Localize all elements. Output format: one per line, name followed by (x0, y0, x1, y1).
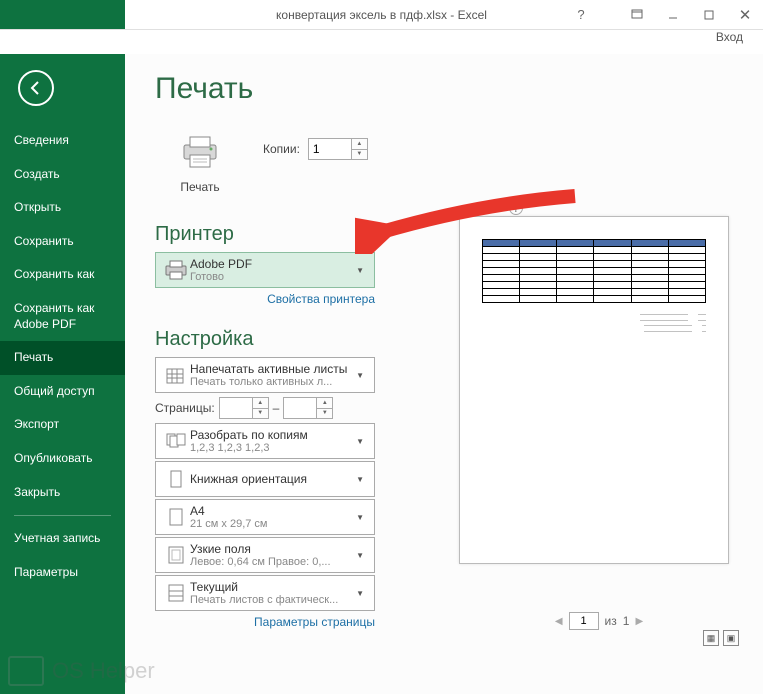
chevron-down-icon: ▼ (352, 551, 368, 560)
printer-name: Adobe PDF (190, 257, 352, 271)
pages-from-spinner[interactable]: ▲▼ (219, 397, 269, 419)
page-title: Печать (155, 72, 763, 106)
scaling-dropdown[interactable]: ТекущийПечать листов с фактическ... ▼ (155, 575, 375, 611)
sidebar-item[interactable]: Учетная запись (0, 522, 125, 556)
ribbon-options-button[interactable] (619, 0, 655, 29)
sidebar-item[interactable]: Сохранить как (0, 258, 125, 292)
sheets-icon (162, 365, 190, 385)
printer-properties-link[interactable]: Свойства принтера (155, 292, 375, 306)
scale-icon (162, 583, 190, 603)
help-button[interactable]: ? (563, 0, 599, 29)
info-icon[interactable]: i (509, 201, 523, 215)
pages-label: Страницы: (155, 401, 215, 415)
spinner-up-icon[interactable]: ▲ (352, 139, 367, 150)
copies-label: Копии: (263, 142, 300, 156)
page-icon (162, 507, 190, 527)
back-button[interactable] (18, 70, 54, 106)
sidebar-item[interactable]: Печать (0, 341, 125, 375)
preview-page: —————————————— —————————————— ——————————… (459, 216, 729, 564)
orientation-dropdown[interactable]: Книжная ориентация ▼ (155, 461, 375, 497)
maximize-button[interactable] (691, 0, 727, 29)
sidebar-item[interactable]: Сведения (0, 124, 125, 158)
spinner-down-icon[interactable]: ▼ (352, 150, 367, 160)
chevron-down-icon: ▼ (352, 475, 368, 484)
sidebar-item[interactable]: Опубликовать (0, 442, 125, 476)
margins-dropdown[interactable]: Узкие поляЛевое: 0,64 см Правое: 0,... ▼ (155, 537, 375, 573)
chevron-down-icon: ▼ (352, 513, 368, 522)
sidebar-item[interactable]: Закрыть (0, 476, 125, 510)
chevron-down-icon: ▼ (352, 266, 368, 275)
printer-dropdown[interactable]: Adobe PDF Готово ▼ (155, 252, 375, 288)
zoom-to-page-button[interactable]: ▣ (723, 630, 739, 646)
sidebar-item[interactable]: Создать (0, 158, 125, 192)
login-link[interactable]: Вход (716, 30, 743, 44)
sidebar-item[interactable]: Параметры (0, 556, 125, 590)
sidebar-item[interactable]: Открыть (0, 191, 125, 225)
pages-to-input[interactable] (284, 398, 316, 418)
backstage-sidebar: СведенияСоздатьОткрытьСохранитьСохранить… (0, 54, 125, 694)
collate-dropdown[interactable]: Разобрать по копиям1,2,3 1,2,3 1,2,3 ▼ (155, 423, 375, 459)
collate-icon (162, 431, 190, 451)
page-setup-link[interactable]: Параметры страницы (155, 615, 375, 629)
print-what-dropdown[interactable]: Напечатать активные листыПечать только а… (155, 357, 375, 393)
watermark: OS Helper (8, 656, 155, 686)
sidebar-item[interactable]: Сохранить как Adobe PDF (0, 292, 125, 341)
printer-icon (180, 135, 220, 169)
pages-to-spinner[interactable]: ▲▼ (283, 397, 333, 419)
chevron-down-icon: ▼ (352, 589, 368, 598)
show-margins-button[interactable]: ▦ (703, 630, 719, 646)
chevron-down-icon: ▼ (352, 371, 368, 380)
pages-from-input[interactable] (220, 398, 252, 418)
portrait-icon (162, 469, 190, 489)
page-number-input[interactable] (569, 612, 599, 630)
sidebar-item[interactable]: Экспорт (0, 408, 125, 442)
print-button[interactable]: Печать (155, 124, 245, 201)
margins-icon (162, 545, 190, 565)
sidebar-item[interactable]: Сохранить (0, 225, 125, 259)
prev-page-button[interactable]: ◀ (555, 616, 563, 627)
next-page-button[interactable]: ▶ (635, 616, 643, 627)
print-preview: —————————————— —————————————— ——————————… (459, 216, 739, 646)
chevron-down-icon: ▼ (352, 437, 368, 446)
window-title: конвертация эксель в пдф.xlsx - Excel (276, 8, 487, 22)
close-button[interactable]: ✕ (727, 0, 763, 29)
sidebar-item[interactable]: Общий доступ (0, 375, 125, 409)
printer-icon (162, 260, 190, 280)
printer-status: Готово (190, 271, 352, 283)
paper-size-dropdown[interactable]: A421 см x 29,7 см ▼ (155, 499, 375, 535)
minimize-button[interactable] (655, 0, 691, 29)
copies-input[interactable] (309, 139, 351, 159)
copies-spinner[interactable]: ▲▼ (308, 138, 368, 160)
print-button-label: Печать (156, 180, 244, 194)
